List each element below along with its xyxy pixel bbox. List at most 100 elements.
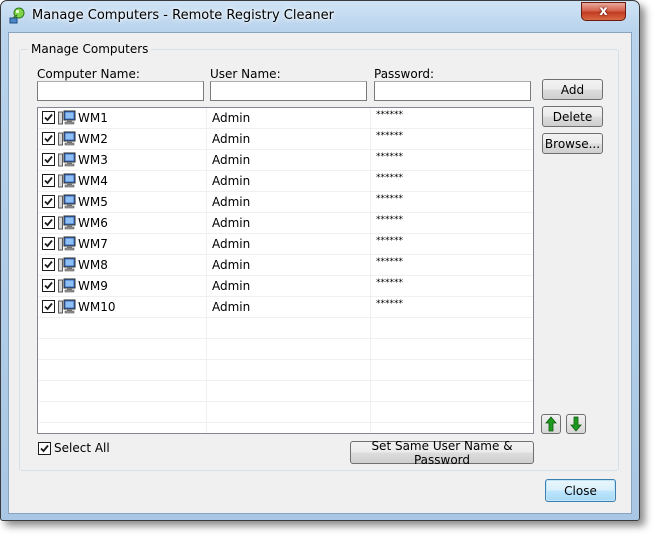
computer-name-cell: WM4 [78,174,108,188]
table-row[interactable]: WM10 Admin ****** [38,297,533,318]
computer-icon [58,110,76,125]
computer-icon [58,152,76,167]
user-name-cell: Admin [212,300,251,314]
add-button[interactable]: Add [542,79,603,100]
empty-table-row[interactable] [38,381,533,402]
move-up-button[interactable] [541,414,561,434]
move-down-button[interactable] [566,414,586,434]
checkmark-icon [44,197,53,206]
select-all-label[interactable]: Select All [54,441,110,455]
computer-name-cell: WM9 [78,279,108,293]
browse-button[interactable]: Browse... [542,133,603,154]
user-name-cell: Admin [212,153,251,167]
window-title: Manage Computers - Remote Registry Clean… [32,8,335,23]
row-checkbox[interactable] [42,195,55,208]
password-cell: ****** [376,278,403,288]
computer-icon [58,194,76,209]
manage-computers-window: Manage Computers - Remote Registry Clean… [0,0,640,521]
computer-name-cell: WM8 [78,258,108,272]
checkmark-icon [44,218,53,227]
computer-icon [58,299,76,314]
checkmark-icon [44,176,53,185]
computer-icon [58,278,76,293]
table-row[interactable]: WM7 Admin ****** [38,234,533,255]
set-same-credentials-button[interactable]: Set Same User Name & Password [350,439,534,467]
user-name-cell: Admin [212,111,251,125]
table-row[interactable]: WM9 Admin ****** [38,276,533,297]
row-checkbox[interactable] [42,111,55,124]
row-checkbox[interactable] [42,174,55,187]
close-button[interactable]: Close [545,479,616,502]
delete-button[interactable]: Delete [542,106,603,127]
table-row[interactable]: WM3 Admin ****** [38,150,533,171]
table-row[interactable]: WM1 Admin ****** [38,108,533,129]
computer-icon [58,173,76,188]
computer-name-cell: WM6 [78,216,108,230]
group-label: Manage Computers [28,42,152,56]
computer-name-cell: WM1 [78,111,108,125]
row-checkbox[interactable] [42,132,55,145]
computer-icon [58,236,76,251]
computer-name-label: Computer Name: [37,67,140,81]
computer-name-cell: WM3 [78,153,108,167]
row-checkbox[interactable] [42,153,55,166]
computer-name-input[interactable] [37,81,204,101]
checkmark-icon [44,260,53,269]
checkmark-icon [40,444,49,453]
password-cell: ****** [376,299,403,309]
password-cell: ****** [376,257,403,267]
user-name-cell: Admin [212,279,251,293]
empty-table-row[interactable] [38,360,533,381]
user-name-label: User Name: [210,67,281,81]
close-icon: x [599,4,608,19]
dialog-client-area: Manage Computers Computer Name: User Nam… [8,32,632,514]
user-name-cell: Admin [212,132,251,146]
checkmark-icon [44,134,53,143]
table-row[interactable]: WM5 Admin ****** [38,192,533,213]
computer-name-cell: WM5 [78,195,108,209]
user-name-cell: Admin [212,216,251,230]
user-name-cell: Admin [212,195,251,209]
table-row[interactable]: WM2 Admin ****** [38,129,533,150]
arrow-down-icon [570,416,582,432]
user-name-cell: Admin [212,258,251,272]
user-name-input[interactable] [210,81,367,101]
remote-registry-icon [9,7,25,24]
computers-grid[interactable]: WM1 Admin ****** WM2 Admin ****** WM3 Admin ****… [37,107,534,434]
row-checkbox[interactable] [42,216,55,229]
password-cell: ****** [376,173,403,183]
checkmark-icon [44,155,53,164]
checkmark-icon [44,302,53,311]
table-row[interactable]: WM8 Admin ****** [38,255,533,276]
select-all-checkbox[interactable] [38,442,51,455]
arrow-up-icon [545,416,557,432]
table-row[interactable]: WM6 Admin ****** [38,213,533,234]
password-cell: ****** [376,236,403,246]
checkmark-icon [44,281,53,290]
empty-table-row[interactable] [38,402,533,423]
title-bar[interactable]: Manage Computers - Remote Registry Clean… [1,1,639,31]
user-name-cell: Admin [212,237,251,251]
row-checkbox[interactable] [42,237,55,250]
row-checkbox[interactable] [42,258,55,271]
computer-icon [58,257,76,272]
computer-name-cell: WM2 [78,132,108,146]
password-cell: ****** [376,131,403,141]
window-close-button[interactable]: x [581,2,626,21]
password-cell: ****** [376,110,403,120]
row-checkbox[interactable] [42,279,55,292]
table-row[interactable]: WM4 Admin ****** [38,171,533,192]
empty-table-row[interactable] [38,339,533,360]
password-cell: ****** [376,194,403,204]
row-checkbox[interactable] [42,300,55,313]
password-cell: ****** [376,152,403,162]
user-name-cell: Admin [212,174,251,188]
computer-icon [58,131,76,146]
password-input[interactable] [374,81,531,101]
checkmark-icon [44,239,53,248]
checkmark-icon [44,113,53,122]
computer-name-cell: WM7 [78,237,108,251]
empty-table-row[interactable] [38,318,533,339]
password-label: Password: [374,67,435,81]
computer-name-cell: WM10 [78,300,116,314]
